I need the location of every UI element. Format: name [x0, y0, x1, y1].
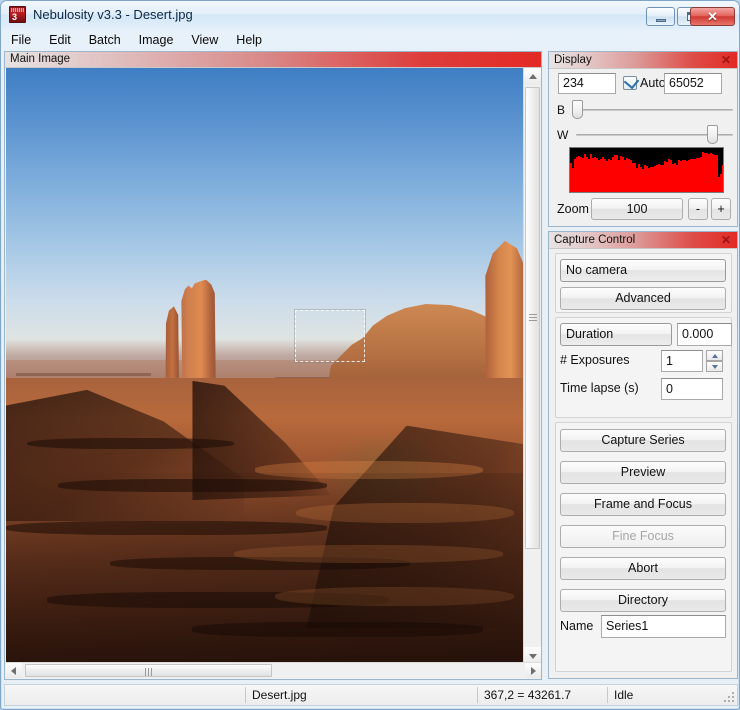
directory-button[interactable]: Directory: [560, 589, 726, 612]
chevron-up-icon: [529, 74, 537, 79]
selection-rectangle[interactable]: [295, 310, 365, 362]
chevron-left-icon: [11, 667, 16, 675]
duration-mode-select[interactable]: Duration: [560, 323, 672, 346]
exposures-stepper[interactable]: [706, 350, 723, 372]
caret-up-icon: [712, 354, 718, 358]
display-panel-titlebar: Display ✕: [549, 52, 737, 69]
menu-bar: File Edit Batch Image View Help: [2, 30, 738, 50]
stepper-down-button[interactable]: [706, 361, 723, 372]
histogram: [569, 147, 724, 193]
capture-control-panel: Capture Control ✕ No camera Advanced Dur…: [548, 231, 738, 679]
white-slider-thumb[interactable]: [707, 125, 718, 144]
close-icon: ✕: [691, 8, 734, 25]
zoom-value-button[interactable]: 100: [591, 198, 683, 220]
capture-series-button[interactable]: Capture Series: [560, 429, 726, 452]
main-image-titlebar: Main Image: [5, 52, 541, 68]
black-slider-label: B: [557, 103, 565, 117]
image-vertical-scrollbar[interactable]: [523, 68, 540, 664]
application-window: 3 Nebulosity v3.3 - Desert.jpg ✕ File Ed…: [0, 0, 740, 710]
minimize-button[interactable]: [646, 7, 675, 26]
scroll-right-button[interactable]: [525, 663, 541, 678]
vertical-scroll-thumb[interactable]: [525, 87, 540, 549]
camera-select[interactable]: No camera: [560, 259, 726, 282]
fine-focus-button: Fine Focus: [560, 525, 726, 548]
horizontal-scroll-thumb[interactable]: [25, 664, 272, 677]
caret-down-icon: [712, 365, 718, 369]
main-image-pane: Main Image: [4, 51, 542, 680]
white-slider-label: W: [557, 128, 568, 142]
timelapse-label: Time lapse (s): [560, 381, 639, 395]
status-bar: Desert.jpg 367,2 = 43261.7 Idle: [4, 684, 738, 706]
scroll-grip-icon: [145, 668, 153, 676]
image-canvas[interactable]: [6, 68, 524, 664]
menu-item-view[interactable]: View: [182, 30, 227, 50]
chevron-right-icon: [531, 667, 536, 675]
desert-photo: [6, 68, 524, 664]
auto-checkbox-label: Auto: [640, 75, 666, 91]
advanced-button[interactable]: Advanced: [560, 287, 726, 310]
minimize-icon: [647, 8, 674, 25]
black-level-input[interactable]: 234: [558, 73, 616, 94]
display-panel-title: Display: [554, 52, 592, 68]
preview-button[interactable]: Preview: [560, 461, 726, 484]
main-image-title-label: Main Image: [10, 52, 70, 67]
menu-item-image[interactable]: Image: [130, 30, 183, 50]
duration-input[interactable]: 0.000: [677, 323, 732, 346]
series-name-input[interactable]: Series1: [601, 615, 726, 638]
status-cell-empty: [5, 685, 245, 705]
stepper-up-button[interactable]: [706, 350, 723, 361]
menu-item-help[interactable]: Help: [227, 30, 271, 50]
auto-checkbox[interactable]: [623, 76, 637, 90]
menu-item-file[interactable]: File: [2, 30, 40, 50]
window-title: Nebulosity v3.3 - Desert.jpg: [33, 6, 193, 24]
exposures-input[interactable]: 1: [661, 350, 703, 372]
name-label: Name: [560, 619, 593, 633]
resize-grip-icon[interactable]: [723, 691, 735, 703]
scroll-up-button[interactable]: [524, 68, 541, 85]
title-bar: 3 Nebulosity v3.3 - Desert.jpg ✕: [1, 1, 739, 30]
status-cell-filename: Desert.jpg: [245, 685, 477, 705]
display-panel-close-icon[interactable]: ✕: [721, 52, 731, 68]
timelapse-input[interactable]: 0: [661, 378, 723, 400]
zoom-label: Zoom: [557, 202, 589, 216]
close-button[interactable]: ✕: [690, 7, 735, 26]
zoom-in-button[interactable]: +: [711, 198, 731, 220]
abort-button[interactable]: Abort: [560, 557, 726, 580]
chevron-down-icon: [529, 654, 537, 659]
black-slider-thumb[interactable]: [572, 100, 583, 119]
image-horizontal-scrollbar[interactable]: [6, 662, 541, 678]
check-icon: [624, 74, 639, 89]
frame-and-focus-button[interactable]: Frame and Focus: [560, 493, 726, 516]
client-area: Main Image Display ✕ 234 Auto 65052 B W …: [2, 50, 738, 708]
exposures-label: # Exposures: [560, 353, 629, 367]
capture-panel-close-icon[interactable]: ✕: [721, 232, 731, 248]
capture-panel-title: Capture Control: [554, 232, 635, 248]
status-cell-state: Idle: [607, 685, 737, 705]
capture-panel-titlebar: Capture Control ✕: [549, 232, 737, 249]
menu-item-edit[interactable]: Edit: [40, 30, 80, 50]
scroll-grip-icon: [529, 314, 537, 322]
zoom-out-button[interactable]: -: [688, 198, 708, 220]
app-icon-digit: 3: [12, 13, 17, 22]
display-panel: Display ✕ 234 Auto 65052 B W Zoom 100 - …: [548, 51, 738, 227]
menu-item-batch[interactable]: Batch: [80, 30, 130, 50]
white-level-input[interactable]: 65052: [664, 73, 722, 94]
black-slider-track[interactable]: [576, 109, 733, 111]
app-icon: 3: [9, 6, 26, 23]
scroll-left-button[interactable]: [6, 663, 22, 678]
status-cell-pixel-value: 367,2 = 43261.7: [477, 685, 607, 705]
